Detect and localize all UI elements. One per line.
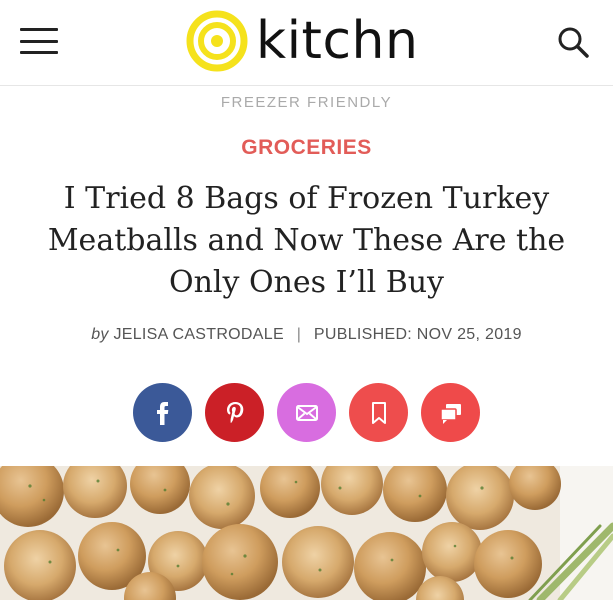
byline-by: by	[91, 326, 109, 343]
site-logo[interactable]: kitchn	[186, 8, 418, 74]
author-name[interactable]: JELISA CASTRODALE	[113, 326, 284, 343]
email-share-button[interactable]	[277, 383, 336, 442]
title-line-2: Meatballs and Now These Are the	[47, 223, 566, 258]
article-title: I Tried 8 Bags of Frozen Turkey Meatball…	[30, 178, 583, 304]
hero-image[interactable]	[0, 466, 613, 600]
search-button[interactable]	[555, 24, 591, 60]
article-category[interactable]: GROCERIES	[0, 136, 613, 160]
title-line-3: Only Ones I’ll Buy	[168, 265, 445, 300]
logo-text: kitchn	[256, 11, 419, 71]
title-line-1: I Tried 8 Bags of Frozen Turkey	[63, 181, 550, 216]
byline: by JELISA CASTRODALE | PUBLISHED: NOV 25…	[0, 326, 613, 344]
email-icon	[295, 404, 318, 421]
byline-separator: |	[296, 326, 302, 343]
published-date: PUBLISHED: NOV 25, 2019	[313, 326, 522, 343]
bookmark-icon	[371, 401, 386, 424]
pinterest-icon	[226, 401, 243, 423]
pinterest-share-button[interactable]	[205, 383, 264, 442]
comments-icon	[439, 403, 461, 424]
search-icon	[558, 27, 589, 58]
facebook-icon	[156, 401, 168, 425]
comments-button[interactable]	[421, 383, 480, 442]
facebook-share-button[interactable]	[133, 383, 192, 442]
menu-button[interactable]	[20, 28, 58, 54]
share-bar	[0, 383, 613, 442]
bookmark-button[interactable]	[349, 383, 408, 442]
hamburger-menu-icon	[20, 28, 58, 31]
site-header: kitchn	[0, 0, 613, 86]
meatballs-photo	[0, 466, 613, 600]
article-kicker[interactable]: FREEZER FRIENDLY	[0, 94, 613, 111]
kitchn-logo-icon	[186, 10, 248, 72]
